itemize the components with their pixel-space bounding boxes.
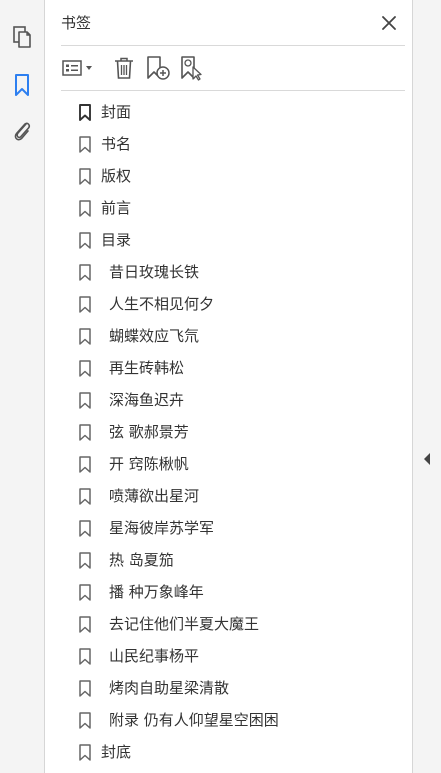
find-bookmark-icon [181,56,202,81]
bookmark-item[interactable]: 书名 [45,128,412,160]
find-bookmark-button[interactable] [179,54,205,82]
collapse-panel-button[interactable] [422,452,432,466]
bookmark-label: 山民纪事杨平 [109,647,200,665]
bookmark-item[interactable]: 喷薄欲出星河 [45,480,412,512]
bookmark-icon [79,520,91,537]
bookmark-label: 开 窍陈楸帆 [109,455,189,473]
bookmark-icon [79,168,91,185]
bookmark-icon [79,232,91,249]
right-collapse-rail [412,0,441,773]
panel-header: 书签 [45,0,412,46]
bookmark-list: 封面书名版权前言目录昔日玫瑰长铁 人生不相见何夕 蝴蝶效应飞氘 再生砖韩松深海鱼迟卉弦… [45,96,412,768]
pages-icon [13,26,31,48]
bookmark-item[interactable]: 昔日玫瑰长铁 [45,256,412,288]
options-menu-button[interactable] [59,54,97,82]
bookmark-item[interactable]: 封底 [45,736,412,768]
bookmark-icon [79,360,91,377]
bookmark-label: 昔日玫瑰长铁 [109,263,200,281]
bookmark-icon [79,104,91,121]
close-button[interactable] [379,13,399,33]
bookmark-label: 深海鱼迟卉 [109,391,185,409]
bookmark-item[interactable]: 前言 [45,192,412,224]
bookmark-icon [79,392,91,409]
bookmark-item[interactable]: 播 种万象峰年 [45,576,412,608]
bookmark-icon [79,296,91,313]
bookmark-label: 附录 仍有人仰望星空困困 [109,711,279,729]
bookmark-item[interactable]: 版权 [45,160,412,192]
bookmark-item[interactable]: 山民纪事杨平 [45,640,412,672]
bookmark-item[interactable]: 目录 [45,224,412,256]
attachments-button[interactable] [7,115,37,145]
bookmark-label: 封底 [101,743,132,761]
bookmarks-panel: 书签 封面 书名 版权 前言 目录 昔日玫瑰长铁 人生不相见何夕 蝴蝶效应飞氘 … [45,0,412,773]
bookmark-icon [79,136,91,153]
pages-button[interactable] [7,22,37,52]
bookmark-item[interactable]: 人生不相见何夕 [45,288,412,320]
bookmark-icon [79,648,91,665]
bookmark-item[interactable]: 弦 歌郝景芳 [45,416,412,448]
bookmark-icon [79,328,91,345]
left-navigation-rail [0,0,45,773]
bookmark-icon [79,744,91,761]
bookmark-icon [79,424,91,441]
bookmark-item[interactable]: 热 岛夏笳 [45,544,412,576]
bookmark-item[interactable]: 蝴蝶效应飞氘 [45,320,412,352]
delete-bookmark-button[interactable] [111,54,137,82]
toolbar-divider [61,90,405,91]
bookmark-label: 人生不相见何夕 [109,295,215,313]
bookmark-label: 书名 [101,135,132,153]
bookmark-icon [79,488,91,505]
bookmark-icon [79,456,91,473]
bookmark-label: 去记住他们半夏大魔王 [109,615,260,633]
bookmark-label: 蝴蝶效应飞氘 [109,327,200,345]
bookmark-item[interactable]: 深海鱼迟卉 [45,384,412,416]
bookmark-icon [79,680,91,697]
paperclip-icon [14,122,31,141]
bookmark-item[interactable]: 开 窍陈楸帆 [45,448,412,480]
bookmark-icon [79,552,91,569]
bookmark-label: 版权 [101,167,132,185]
bookmark-label: 星海彼岸苏学军 [109,519,215,537]
bookmark-icon [15,74,29,96]
collapse-arrow-icon [424,453,430,465]
bookmark-label: 封面 [101,103,132,121]
bookmark-icon [79,264,91,281]
bookmark-icon [79,584,91,601]
bookmark-label: 播 种万象峰年 [109,583,204,601]
bookmark-label: 烤肉自助星梁清散 [109,679,230,697]
bookmark-item[interactable]: 星海彼岸苏学军 [45,512,412,544]
add-bookmark-icon [147,56,170,80]
header-divider [61,45,405,46]
panel-title: 书签 [61,14,92,32]
bookmark-label: 目录 [101,231,132,249]
bookmark-item[interactable]: 去记住他们半夏大魔王 [45,608,412,640]
bookmark-toolbar [45,50,412,86]
bookmark-label: 喷薄欲出星河 [109,487,200,505]
bookmark-item[interactable]: 再生砖韩松 [45,352,412,384]
bookmark-item[interactable]: 封面 [45,96,412,128]
close-icon [382,16,396,30]
options-menu-icon [62,60,92,76]
bookmark-label: 热 岛夏笳 [109,551,174,569]
bookmark-item[interactable]: 烤肉自助星梁清散 [45,672,412,704]
trash-icon [115,57,133,79]
bookmark-label: 再生砖韩松 [109,359,185,377]
bookmark-item[interactable]: 附录 仍有人仰望星空困困 [45,704,412,736]
bookmark-icon [79,616,91,633]
bookmark-icon [79,712,91,729]
bookmark-label: 前言 [101,199,132,217]
bookmark-icon [79,200,91,217]
add-bookmark-button[interactable] [145,54,171,82]
bookmark-label: 弦 歌郝景芳 [109,423,189,441]
bookmarks-button[interactable] [7,70,37,100]
